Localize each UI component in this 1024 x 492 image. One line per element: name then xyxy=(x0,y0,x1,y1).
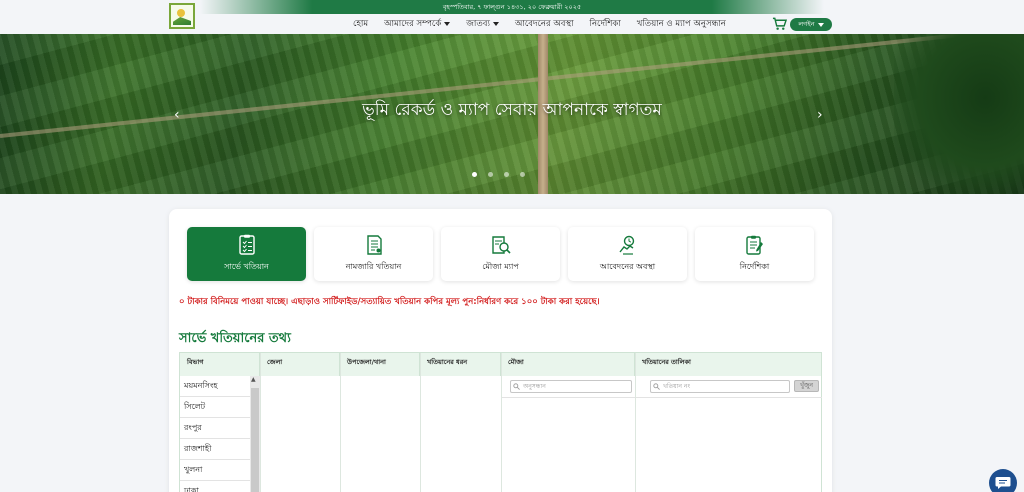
tab-guideline[interactable]: নির্দেশিকা xyxy=(695,227,814,281)
tab-mutation-khatian[interactable]: নামজারি খতিয়ান xyxy=(314,227,433,281)
column-header-division: বিভাগ xyxy=(180,353,260,376)
column-header-khatian-type: খতিয়ানের ধরন xyxy=(420,353,501,376)
mouza-search-input[interactable]: অনুসন্ধান xyxy=(510,380,632,393)
division-scrollbar[interactable]: ▲ xyxy=(250,376,260,492)
tab-mouza-map[interactable]: মৌজা ম্যাপ xyxy=(441,227,560,281)
scroll-up-icon[interactable]: ▲ xyxy=(251,376,256,383)
scrollbar-thumb[interactable] xyxy=(251,388,259,492)
date-strip: বৃহস্পতিবার, ৭ ফাল্গুন ১৪৩১, ২০ ফেব্রুয়… xyxy=(200,0,824,14)
application-status-icon xyxy=(618,235,634,255)
nav-item-guideline[interactable]: নির্দেশিকা xyxy=(582,17,629,31)
hero-title: ভূমি রেকর্ড ও ম্যাপ সেবায় আপনাকে স্বাগত… xyxy=(362,100,662,120)
chevron-down-icon xyxy=(492,22,499,26)
carousel-next-icon[interactable]: › xyxy=(817,107,823,123)
section-title: সার্ভে খতিয়ানের তথ্য xyxy=(179,331,291,346)
service-tabs: সার্ভে খতিয়ান নামজারি খতিয়ান মৌজা ম্যা… xyxy=(187,227,814,281)
nav-item-about[interactable]: আমাদের সম্পর্কে xyxy=(376,17,458,31)
hero-carousel: ভূমি রেকর্ড ও ম্যাপ সেবায় আপনাকে স্বাগত… xyxy=(0,34,1024,194)
carousel-dot[interactable] xyxy=(472,172,477,177)
chat-icon xyxy=(995,477,1011,489)
division-list: ময়মনসিংহ সিলেট রংপুর রাজশাহী খুলনা ঢাকা xyxy=(180,376,260,492)
carousel-dot[interactable] xyxy=(488,172,493,177)
tab-application-status[interactable]: আবেদনের অবস্থা xyxy=(568,227,687,281)
list-item[interactable]: রাজশাহী xyxy=(180,439,250,460)
chevron-down-icon xyxy=(817,22,824,27)
tab-survey-khatian[interactable]: সার্ভে খতিয়ান xyxy=(187,227,306,281)
survey-doc-icon xyxy=(238,234,255,255)
list-item[interactable]: সিলেট xyxy=(180,397,250,418)
nav-item-khatian-map-search[interactable]: খতিয়ান ও ম্যাপ অনুসন্ধান xyxy=(629,17,734,31)
logo-field xyxy=(173,17,191,25)
column-header-district: জেলা xyxy=(260,353,340,376)
list-item[interactable]: রংপুর xyxy=(180,418,250,439)
khatian-number-input[interactable]: খতিয়ান নং xyxy=(650,380,790,393)
column-header-khatian-list: খতিয়ানের তালিকা xyxy=(642,358,691,366)
column-header-upazila: উপজেলা/থানা xyxy=(340,353,420,376)
chat-button[interactable] xyxy=(989,469,1017,492)
search-button[interactable]: খুঁজুন xyxy=(794,380,819,392)
guideline-icon xyxy=(745,235,763,255)
login-button[interactable]: লগইন xyxy=(790,18,832,31)
nav-item-info[interactable]: জাতব্য xyxy=(458,17,507,31)
chevron-down-icon xyxy=(444,22,451,26)
map-search-icon xyxy=(491,236,511,254)
khatian-selector-grid: বিভাগ জেলা উপজেলা/থানা খতিয়ানের ধরন মৌজ… xyxy=(179,352,822,492)
nav-item-application-status[interactable]: আবেদনের অবস্থা xyxy=(507,17,582,31)
carousel-indicators xyxy=(472,172,525,177)
carousel-prev-icon[interactable]: ‹ xyxy=(174,107,180,123)
column-header-mouza: মৌজা xyxy=(501,353,635,376)
carousel-dot[interactable] xyxy=(520,172,525,177)
site-logo[interactable] xyxy=(169,3,195,29)
price-notice: ০ টাকার বিনিময়ে পাওয়া যাচ্ছে। এছাড়াও … xyxy=(179,297,600,307)
cart-icon[interactable] xyxy=(772,17,787,31)
search-icon xyxy=(653,383,660,390)
list-item[interactable]: ঢাকা xyxy=(180,481,250,492)
logo-sun xyxy=(177,9,185,17)
list-item[interactable]: খুলনা xyxy=(180,460,250,481)
nav-item-home[interactable]: হোম xyxy=(345,17,376,31)
site-header: বৃহস্পতিবার, ৭ ফাল্গুন ১৪৩১, ২০ ফেব্রুয়… xyxy=(0,0,1024,34)
mutation-doc-icon xyxy=(366,235,382,255)
main-nav: হোম আমাদের সম্পর্কে জাতব্য আবেদনের অবস্থ… xyxy=(345,16,734,32)
carousel-dot[interactable] xyxy=(504,172,509,177)
search-card: সার্ভে খতিয়ান নামজারি খতিয়ান মৌজা ম্যা… xyxy=(169,209,832,492)
list-item[interactable]: ময়মনসিংহ xyxy=(180,376,250,397)
search-icon xyxy=(513,383,520,390)
